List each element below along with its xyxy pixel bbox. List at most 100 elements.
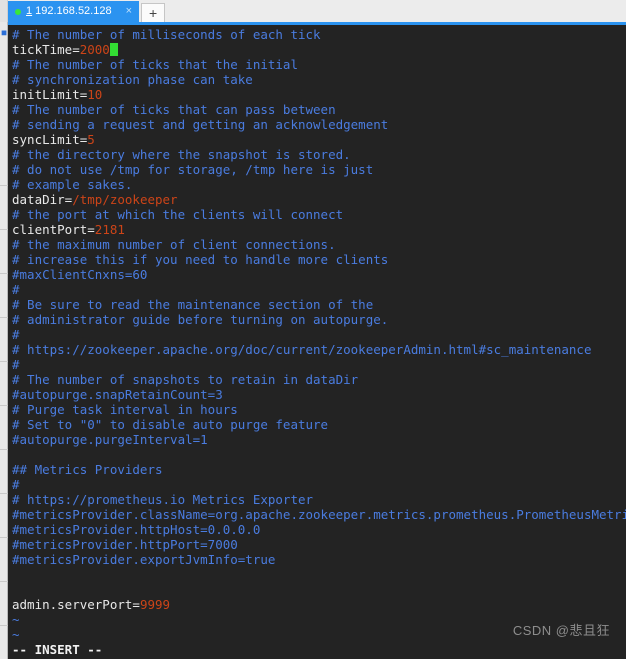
tab-session-192-168-52-128[interactable]: 1 192.168.52.128 × <box>8 1 140 22</box>
tilde-glyph: ~ <box>12 627 20 642</box>
config-value: 5 <box>87 132 95 147</box>
comment-text: #metricsProvider.httpHost=0.0.0.0 <box>12 522 261 537</box>
gutter-tick <box>0 274 8 318</box>
comment-line: # https://zookeeper.apache.org/doc/curre… <box>9 342 626 357</box>
config-key: dataDir= <box>12 192 73 207</box>
config-value: 2181 <box>94 222 125 237</box>
comment-text: ## Metrics Providers <box>12 462 163 477</box>
comment-line: ## Metrics Providers <box>9 462 626 477</box>
comment-text: #metricsProvider.exportJvmInfo=true <box>12 552 276 567</box>
comment-line: # <box>9 327 626 342</box>
comment-line: # The number of milliseconds of each tic… <box>9 27 626 42</box>
comment-text: #metricsProvider.className=org.apache.zo… <box>12 507 626 522</box>
config-value: 9999 <box>139 597 171 612</box>
text-cursor <box>109 43 118 56</box>
terminal-text-area[interactable]: # The number of milliseconds of each tic… <box>9 25 626 659</box>
comment-line: #metricsProvider.httpPort=7000 <box>9 537 626 552</box>
comment-line: # <box>9 477 626 492</box>
comment-text: # sending a request and getting an ackno… <box>12 117 389 132</box>
left-gutter: ■ <box>0 22 8 659</box>
comment-text: # The number of ticks that can pass betw… <box>12 102 336 117</box>
comment-text: # the port at which the clients will con… <box>12 207 344 222</box>
config-key: syncLimit= <box>12 132 88 147</box>
comment-line: # <box>9 282 626 297</box>
tab-bar: 1 192.168.52.128 × + <box>0 0 626 22</box>
comment-line: #metricsProvider.className=org.apache.zo… <box>9 507 626 522</box>
comment-text: # increase this if you need to handle mo… <box>12 252 389 267</box>
config-line: clientPort=2181 <box>9 222 626 237</box>
comment-line: #autopurge.snapRetainCount=3 <box>9 387 626 402</box>
gutter-tick <box>0 406 8 450</box>
comment-text: # The number of ticks that the initial <box>12 57 298 72</box>
comment-text: # <box>12 327 20 342</box>
comment-text: # The number of milliseconds of each tic… <box>12 27 321 42</box>
config-key: initLimit= <box>12 87 88 102</box>
config-key: admin.serverPort= <box>12 597 140 612</box>
comment-line: # the directory where the snapshot is st… <box>9 147 626 162</box>
gutter-tick <box>0 186 8 230</box>
comment-text: # Set to "0" to disable auto purge featu… <box>12 417 329 432</box>
comment-text: # <box>12 357 20 372</box>
gutter-tick <box>0 362 8 406</box>
comment-text: # <box>12 282 20 297</box>
vim-status-line: -- INSERT -- <box>9 642 626 657</box>
watermark-label: CSDN @悲且狂 <box>512 623 610 638</box>
comment-line: # the maximum number of client connectio… <box>9 237 626 252</box>
comment-line: # the port at which the clients will con… <box>9 207 626 222</box>
gutter-tick <box>0 142 8 186</box>
terminal-window: 1 192.168.52.128 × + ■ # The number of m… <box>0 0 626 659</box>
tab-bar-empty-area <box>165 0 626 22</box>
comment-text: # https://prometheus.io Metrics Exporter <box>12 492 314 507</box>
gutter-tick <box>0 230 8 274</box>
comment-line: # increase this if you need to handle mo… <box>9 252 626 267</box>
tab-title-label: 192.168.52.128 <box>35 5 112 17</box>
config-line: initLimit=10 <box>9 87 626 102</box>
config-line: admin.serverPort=9999 <box>9 597 626 612</box>
config-value: /tmp/zookeeper <box>72 192 178 207</box>
close-icon[interactable]: × <box>123 6 135 17</box>
gutter-tick <box>0 450 8 494</box>
comment-line: #autopurge.purgeInterval=1 <box>9 432 626 447</box>
gutter-tick <box>0 582 8 626</box>
comment-text: # do not use /tmp for storage, /tmp here… <box>12 162 374 177</box>
comment-text: # The number of snapshots to retain in d… <box>12 372 359 387</box>
gutter-marker-icon: ■ <box>1 28 7 37</box>
comment-text: # Be sure to read the maintenance sectio… <box>12 297 374 312</box>
new-tab-button[interactable]: + <box>141 3 166 22</box>
comment-line: #metricsProvider.httpHost=0.0.0.0 <box>9 522 626 537</box>
comment-line: # The number of snapshots to retain in d… <box>9 372 626 387</box>
config-line: syncLimit=5 <box>9 132 626 147</box>
comment-text: #maxClientCnxns=60 <box>12 267 148 282</box>
comment-text: # the maximum number of client connectio… <box>12 237 336 252</box>
vim-mode-label: -- INSERT -- <box>12 642 103 657</box>
config-key: clientPort= <box>12 222 95 237</box>
tilde-glyph: ~ <box>12 612 20 627</box>
comment-line: # example sakes. <box>9 177 626 192</box>
gutter-tick <box>0 538 8 582</box>
comment-text: #autopurge.purgeInterval=1 <box>12 432 208 447</box>
comment-text: # https://zookeeper.apache.org/doc/curre… <box>12 342 592 357</box>
comment-line: # administrator guide before turning on … <box>9 312 626 327</box>
comment-line: # The number of ticks that can pass betw… <box>9 102 626 117</box>
comment-line: # https://prometheus.io Metrics Exporter <box>9 492 626 507</box>
comment-text: # synchronization phase can take <box>12 72 253 87</box>
comment-line: # Purge task interval in hours <box>9 402 626 417</box>
gutter-tick <box>0 494 8 538</box>
comment-line: #metricsProvider.exportJvmInfo=true <box>9 552 626 567</box>
comment-text: # <box>12 477 20 492</box>
gutter-tick <box>0 318 8 362</box>
comment-line: # The number of ticks that the initial <box>9 57 626 72</box>
comment-text: #metricsProvider.httpPort=7000 <box>12 537 238 552</box>
comment-line: # sending a request and getting an ackno… <box>9 117 626 132</box>
config-value: 10 <box>87 87 103 102</box>
comment-text: # the directory where the snapshot is st… <box>12 147 351 162</box>
comment-line: # <box>9 357 626 372</box>
comment-text: # Purge task interval in hours <box>12 402 238 417</box>
config-key: tickTime= <box>12 42 80 57</box>
tab-index-label: 1 <box>26 5 33 17</box>
comment-line: #maxClientCnxns=60 <box>9 267 626 282</box>
gutter-tick-group <box>0 142 8 626</box>
comment-text: # example sakes. <box>12 177 133 192</box>
